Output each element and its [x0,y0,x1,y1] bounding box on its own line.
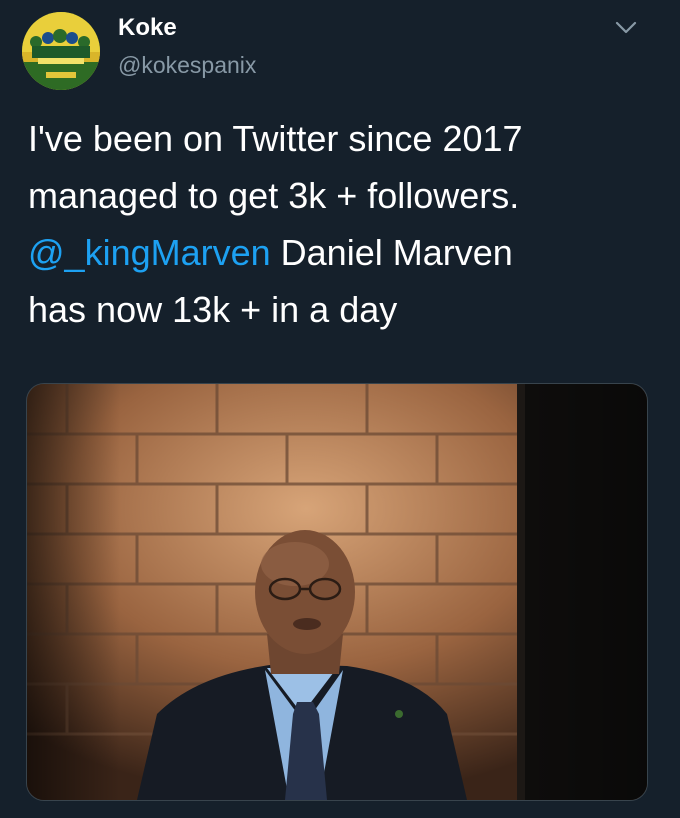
tweet-card: Koke @kokespanix I've been on Twitter si… [0,0,680,818]
photo-man-brick-wall [27,384,647,800]
tweet-line: managed to get 3k + followers. [28,175,520,216]
chevron-down-icon[interactable] [614,18,638,38]
tweet-line: has now 13k + in a day [28,289,398,330]
tweet-line: @_kingMarven Daniel Marven [28,224,658,281]
user-info[interactable]: Koke @kokespanix [118,12,256,80]
mention-link[interactable]: @_kingMarven [28,232,271,273]
team-photo-icon [22,12,100,90]
tweet-text: I've been on Twitter since 2017 managed … [28,110,658,338]
avatar[interactable] [22,12,100,90]
display-name[interactable]: Koke [118,12,256,44]
tweet-line: I've been on Twitter since 2017 [28,118,523,159]
user-handle[interactable]: @kokespanix [118,50,256,80]
tweet-media-image[interactable] [26,383,648,801]
tweet-text-segment: Daniel Marven [270,232,513,273]
